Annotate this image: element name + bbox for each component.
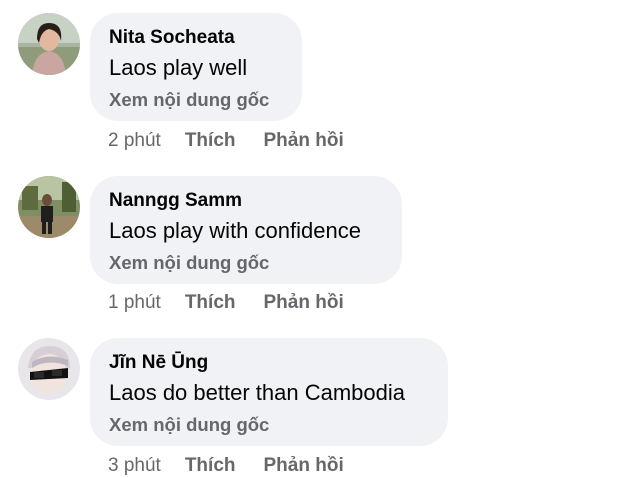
see-original-link[interactable]: Xem nội dung gốc <box>109 414 429 436</box>
comment-author[interactable]: Nita Socheata <box>109 27 283 49</box>
avatar[interactable] <box>18 338 80 400</box>
avatar[interactable] <box>18 13 80 75</box>
user-avatar-icon <box>18 338 80 400</box>
comment-author[interactable]: Nanngg Samm <box>109 190 383 212</box>
comment-actions: 3 phút Thích Phản hồi <box>108 455 344 477</box>
user-avatar-icon <box>18 176 80 238</box>
reply-button[interactable]: Phản hồi <box>264 455 344 477</box>
avatar[interactable] <box>18 176 80 238</box>
comment-text: Laos play with confidence <box>109 218 361 243</box>
comment-timestamp[interactable]: 3 phút <box>108 455 161 477</box>
reply-button[interactable]: Phản hồi <box>264 292 344 314</box>
comment-timestamp[interactable]: 1 phút <box>108 292 161 314</box>
comment-bubble: Nanngg Samm Laos play with confidence Xe… <box>90 176 402 284</box>
see-original-link[interactable]: Xem nội dung gốc <box>109 89 283 111</box>
comment-actions: 1 phút Thích Phản hồi <box>108 292 344 314</box>
like-button[interactable]: Thích <box>185 130 236 152</box>
like-button[interactable]: Thích <box>185 455 236 477</box>
user-avatar-icon <box>18 13 80 75</box>
reply-button[interactable]: Phản hồi <box>264 130 344 152</box>
comment-actions: 2 phút Thích Phản hồi <box>108 130 344 152</box>
comment-bubble: Nita Socheata Laos play well Xem nội dun… <box>90 13 302 121</box>
comment-bubble: Jĩn Nē Ūng Laos do better than Cambodia … <box>90 338 448 446</box>
comment-author[interactable]: Jĩn Nē Ūng <box>109 352 429 374</box>
comment-text: Laos play well <box>109 55 248 80</box>
comment-text: Laos do better than Cambodia <box>109 380 405 405</box>
comment-timestamp[interactable]: 2 phút <box>108 130 161 152</box>
see-original-link[interactable]: Xem nội dung gốc <box>109 252 383 274</box>
like-button[interactable]: Thích <box>185 292 236 314</box>
